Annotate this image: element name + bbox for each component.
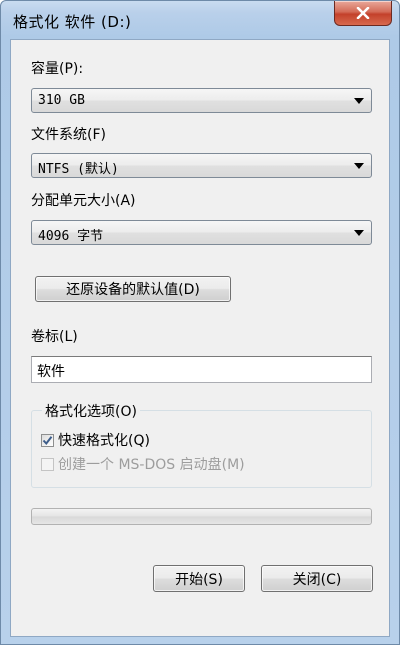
format-options-group: 格式化选项(O) 快速格式化(Q) 创建一个 MS-DOS 启动盘(M) <box>31 401 372 488</box>
filesystem-select-value: NTFS (默认) <box>38 162 119 177</box>
dialog-body: 容量(P): 310 GB 文件系统(F) NTFS (默认) 分配单元大小(A… <box>10 39 390 637</box>
allocation-unit-select[interactable]: 4096 字节 <box>31 220 372 245</box>
format-progress-bar <box>31 508 372 525</box>
format-dialog-window: 格式化 软件 (D:) 容量(P): 310 GB 文件系统(F) NTFS (… <box>0 0 400 645</box>
quick-format-option[interactable]: 快速格式化(Q) <box>41 431 150 449</box>
msdos-startup-label: 创建一个 MS-DOS 启动盘(M) <box>58 457 245 473</box>
dropdown-arrow-icon <box>354 230 364 236</box>
close-button[interactable]: 关闭(C) <box>261 565 373 592</box>
dropdown-arrow-icon <box>354 163 364 169</box>
dropdown-arrow-icon <box>354 98 364 104</box>
filesystem-label: 文件系统(F) <box>31 127 106 143</box>
msdos-startup-checkbox <box>41 457 54 471</box>
capacity-label: 容量(P): <box>31 61 84 77</box>
start-button[interactable]: 开始(S) <box>153 565 245 592</box>
volume-label-input-value: 软件 <box>37 364 65 380</box>
quick-format-checkbox[interactable] <box>41 433 54 447</box>
capacity-select[interactable]: 310 GB <box>31 88 372 113</box>
close-x-icon <box>356 7 370 19</box>
allocation-unit-label: 分配单元大小(A) <box>31 193 136 209</box>
window-title: 格式化 软件 (D:) <box>13 13 132 31</box>
close-window-button[interactable] <box>334 1 392 26</box>
format-options-legend: 格式化选项(O) <box>42 401 140 421</box>
allocation-unit-select-value: 4096 字节 <box>38 229 104 244</box>
capacity-select-value: 310 GB <box>38 93 85 108</box>
volume-label-input[interactable]: 软件 <box>31 356 372 383</box>
volume-label-label: 卷标(L) <box>31 329 78 345</box>
checkmark-icon <box>42 435 53 445</box>
restore-defaults-button[interactable]: 还原设备的默认值(D) <box>35 276 231 302</box>
msdos-startup-option: 创建一个 MS-DOS 启动盘(M) <box>41 455 245 473</box>
quick-format-label: 快速格式化(Q) <box>58 433 150 449</box>
filesystem-select[interactable]: NTFS (默认) <box>31 153 372 178</box>
title-bar[interactable]: 格式化 软件 (D:) <box>1 1 399 39</box>
